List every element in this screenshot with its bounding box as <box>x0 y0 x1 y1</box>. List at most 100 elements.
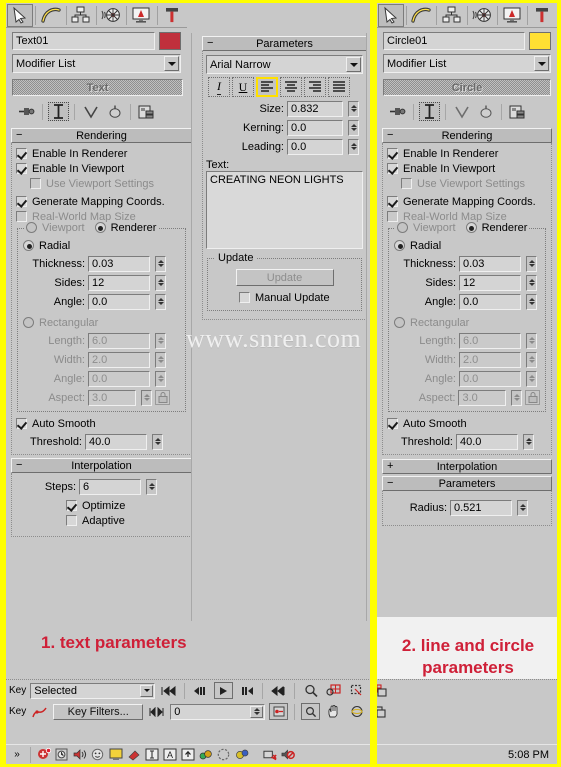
font-dropdown[interactable]: Arial Narrow <box>206 55 363 74</box>
enable-in-renderer-checkbox[interactable]: Enable In Renderer <box>387 146 547 161</box>
leading-spinner[interactable] <box>348 138 359 155</box>
modifier-list-dropdown[interactable]: Modifier List <box>12 54 181 73</box>
size-input[interactable]: 0.832 <box>287 100 343 117</box>
aspect-input[interactable]: 3.0 <box>458 389 507 406</box>
generate-mapping-coords-checkbox[interactable]: Generate Mapping Coords. <box>387 194 547 209</box>
viewport-radio[interactable]: Viewport <box>26 222 85 234</box>
length-input[interactable]: 6.0 <box>88 332 150 349</box>
modifier-stack[interactable]: Text <box>12 79 183 96</box>
make-unique-icon[interactable] <box>451 102 472 121</box>
rect-angle-spinner[interactable] <box>155 370 166 387</box>
make-unique-icon[interactable] <box>80 102 101 121</box>
interpolation-rollout-header[interactable]: + Interpolation <box>382 459 552 474</box>
threshold-spinner[interactable] <box>152 433 163 450</box>
key-mode-toggle-icon[interactable] <box>147 703 166 720</box>
remove-modifier-icon[interactable] <box>104 102 125 121</box>
align-right-button[interactable] <box>304 77 326 97</box>
current-frame-input[interactable]: 0 <box>170 703 266 720</box>
auto-key-icon[interactable] <box>269 703 289 720</box>
renderer-radio[interactable]: Renderer <box>465 222 527 234</box>
enable-in-viewport-checkbox[interactable]: Enable In Viewport <box>387 161 547 176</box>
create-tab[interactable] <box>7 3 34 27</box>
underline-button[interactable]: U <box>232 77 254 97</box>
pin-stack-icon[interactable] <box>387 102 408 121</box>
auto-smooth-checkbox[interactable]: Auto Smooth <box>387 416 547 431</box>
length-spinner[interactable] <box>155 332 166 349</box>
modify-tab[interactable] <box>408 3 435 27</box>
radial-angle-spinner[interactable] <box>155 293 166 310</box>
motion-tab[interactable] <box>468 3 495 27</box>
rect-angle-input[interactable]: 0.0 <box>459 370 521 387</box>
show-end-result-icon[interactable] <box>48 102 69 121</box>
tray-updates-icon[interactable] <box>127 748 141 762</box>
text-input[interactable]: CREATING NEON LIGHTS <box>206 171 363 249</box>
radial-angle-input[interactable]: 0.0 <box>459 293 521 310</box>
right-command-panel-tabstrip[interactable] <box>377 3 557 28</box>
rendering-rollout-header[interactable]: − Rendering <box>11 128 192 143</box>
tray-mute-icon[interactable] <box>281 748 295 762</box>
width-spinner[interactable] <box>155 351 166 368</box>
modifier-stack-buttons[interactable] <box>6 98 187 127</box>
arc-rotate-icon[interactable] <box>347 703 366 720</box>
rect-angle-input[interactable]: 0.0 <box>88 370 150 387</box>
object-color-swatch[interactable] <box>159 32 181 50</box>
display-tab[interactable] <box>128 3 155 27</box>
create-tab[interactable] <box>378 3 405 27</box>
threshold-input[interactable]: 40.0 <box>85 433 147 450</box>
modifier-stack-buttons[interactable] <box>377 98 557 127</box>
pin-stack-icon[interactable] <box>16 102 37 121</box>
align-justify-button[interactable] <box>328 77 350 97</box>
steps-spinner[interactable] <box>146 478 157 495</box>
align-center-button[interactable] <box>280 77 302 97</box>
thickness-input[interactable]: 0.03 <box>459 255 521 272</box>
italic-button[interactable]: I <box>208 77 230 97</box>
generate-mapping-coords-checkbox[interactable]: Generate Mapping Coords. <box>16 194 187 209</box>
renderer-radio[interactable]: Renderer <box>94 222 156 234</box>
tray-ime-alpha-icon[interactable]: A <box>163 748 177 762</box>
aspect-spinner[interactable] <box>511 389 523 406</box>
configure-modifier-sets-icon[interactable] <box>136 102 157 121</box>
lock-aspect-icon[interactable] <box>155 390 170 405</box>
threshold-input[interactable]: 40.0 <box>456 433 518 450</box>
radial-angle-input[interactable]: 0.0 <box>88 293 150 310</box>
collapse-icon[interactable]: − <box>387 477 393 490</box>
previous-frame-icon[interactable] <box>191 682 210 699</box>
collapse-icon[interactable]: − <box>207 37 213 50</box>
modifier-stack[interactable]: Circle <box>383 79 551 96</box>
tray-ime-tools-icon[interactable] <box>199 748 213 762</box>
aspect-input[interactable]: 3.0 <box>88 389 136 406</box>
kerning-spinner[interactable] <box>348 119 359 136</box>
remove-modifier-icon[interactable] <box>475 102 496 121</box>
width-input[interactable]: 2.0 <box>459 351 521 368</box>
go-to-start-icon[interactable] <box>159 682 178 699</box>
radial-radio[interactable]: Radial <box>394 238 540 253</box>
chevron-down-icon[interactable] <box>534 56 549 71</box>
parameters-rollout-header[interactable]: − Parameters <box>202 36 367 51</box>
sides-spinner[interactable] <box>155 274 166 291</box>
thickness-spinner[interactable] <box>526 255 537 272</box>
viewport-radio[interactable]: Viewport <box>397 222 456 234</box>
zoom-extents-icon[interactable] <box>347 682 366 699</box>
pan-hand-icon[interactable] <box>324 703 343 720</box>
chevron-down-icon[interactable] <box>346 57 361 72</box>
zoom-viewport-icon[interactable] <box>301 703 321 720</box>
update-button[interactable]: Update <box>235 269 334 286</box>
zoom-icon[interactable] <box>301 682 320 699</box>
tray-expand-icon[interactable]: » <box>10 748 24 762</box>
left-command-panel-tabstrip[interactable] <box>6 3 187 28</box>
utilities-tab[interactable] <box>158 3 185 27</box>
set-key-curve-icon[interactable] <box>30 703 49 720</box>
collapse-icon[interactable]: − <box>387 129 393 142</box>
expand-icon[interactable]: + <box>387 460 393 473</box>
use-viewport-settings-checkbox[interactable]: Use Viewport Settings <box>16 176 187 191</box>
sides-spinner[interactable] <box>526 274 537 291</box>
hierarchy-tab[interactable] <box>438 3 465 27</box>
align-left-button[interactable] <box>256 77 278 97</box>
modifier-list-dropdown[interactable]: Modifier List <box>383 54 551 73</box>
object-name-input[interactable]: Circle01 <box>383 32 525 50</box>
windows-taskbar-tray[interactable]: » A 5:08 PM <box>6 744 557 764</box>
tray-display-icon[interactable] <box>109 748 123 762</box>
rect-angle-spinner[interactable] <box>526 370 537 387</box>
manual-update-checkbox[interactable]: Manual Update <box>239 290 356 305</box>
tray-network-disconnected-icon[interactable] <box>263 748 277 762</box>
